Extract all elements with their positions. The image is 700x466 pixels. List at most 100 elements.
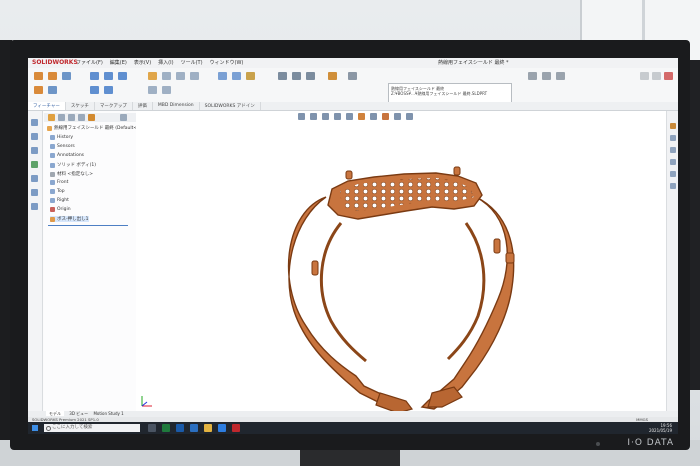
tree-root-part[interactable]: 熱線用フェイスシールド 最終 (Default<<... — [47, 125, 145, 131]
close-icon[interactable] — [664, 72, 673, 80]
design-library-icon[interactable] — [670, 135, 676, 141]
property-manager-icon[interactable] — [31, 133, 38, 140]
tree-item-sensors[interactable]: Sensors — [50, 144, 75, 149]
file-explorer-icon[interactable] — [670, 147, 676, 153]
view-orientation-icon[interactable] — [346, 113, 353, 120]
windows-start-icon[interactable] — [32, 425, 38, 431]
lofted-cut-icon[interactable] — [104, 86, 113, 94]
taskbar-clock[interactable]: 19:56 2021/05/19 — [649, 423, 672, 433]
edge-icon[interactable] — [218, 424, 226, 432]
tab-addins[interactable]: SOLIDWORKS アドイン — [200, 102, 261, 110]
outlook-icon[interactable] — [190, 424, 198, 432]
tree-item-origin[interactable]: Origin — [50, 207, 71, 212]
previous-view-icon[interactable] — [322, 113, 329, 120]
display-manager-icon[interactable] — [31, 175, 38, 182]
hole-wizard-icon[interactable] — [104, 72, 113, 80]
tree-item-label: ボス-押し出し1 — [57, 217, 89, 222]
feature-manager-icon[interactable] — [31, 119, 38, 126]
extrude-boss-icon[interactable] — [34, 72, 43, 80]
edit-appearance-icon[interactable] — [382, 113, 389, 120]
maximize-icon[interactable] — [652, 72, 661, 80]
search-commands-icon[interactable] — [528, 72, 537, 80]
sweep-icon[interactable] — [62, 72, 71, 80]
curves-icon[interactable] — [232, 72, 241, 80]
tab-motion-study[interactable]: Motion Study 1 — [93, 411, 123, 416]
graphics-viewport[interactable] — [136, 111, 666, 414]
tree-item-front-plane[interactable]: Front — [50, 180, 68, 185]
resources-icon[interactable] — [670, 123, 676, 129]
feature-tree-tab-icon[interactable] — [48, 114, 55, 121]
draft-icon[interactable] — [190, 72, 199, 80]
menu-view[interactable]: 表示(V) — [134, 59, 151, 66]
tab-model[interactable]: モデル — [46, 411, 64, 416]
word-icon[interactable] — [176, 424, 184, 432]
task-view-icon[interactable] — [148, 424, 156, 432]
help-icon[interactable] — [542, 72, 551, 80]
mirror-icon[interactable] — [162, 86, 171, 94]
menu-file[interactable]: ファイル(F) — [76, 59, 103, 66]
reference-geometry-icon[interactable] — [218, 72, 227, 80]
view-palette-icon[interactable] — [670, 159, 676, 165]
headband-outer — [287, 196, 406, 410]
menu-edit[interactable]: 編集(E) — [110, 59, 127, 66]
display-style-icon[interactable] — [358, 113, 365, 120]
fillet-icon[interactable] — [148, 72, 157, 80]
dome-icon[interactable] — [306, 72, 315, 80]
tab-markup[interactable]: マークアップ — [95, 102, 133, 110]
user-icon[interactable] — [556, 72, 565, 80]
rib-icon[interactable] — [176, 72, 185, 80]
tab-features[interactable]: フィーチャー — [28, 102, 66, 110]
tab-3d-views[interactable]: 3D ビュー — [69, 411, 88, 416]
hide-show-icon[interactable] — [370, 113, 377, 120]
revolve-cut-icon[interactable] — [118, 72, 127, 80]
dimxpert-tab-icon[interactable] — [78, 114, 85, 121]
solidworks-taskbar-icon[interactable] — [232, 424, 240, 432]
intersect-icon[interactable] — [292, 72, 301, 80]
tree-item-right-plane[interactable]: Right — [50, 198, 69, 203]
configuration-manager-icon[interactable] — [31, 147, 38, 154]
filter-icon[interactable] — [120, 114, 127, 121]
boundary-icon[interactable] — [48, 86, 57, 94]
apply-scene-icon[interactable] — [394, 113, 401, 120]
section-view-icon[interactable] — [334, 113, 341, 120]
file-explorer-taskbar-icon[interactable] — [204, 424, 212, 432]
taskbar-search-box[interactable]: ここに入力して検索 — [44, 424, 140, 432]
menu-bar: ファイル(F) 編集(E) 表示(V) 挿入(I) ツール(T) ウィンドウ(W… — [76, 59, 243, 66]
custom-properties-icon[interactable] — [670, 183, 676, 189]
quick-access-icon[interactable] — [348, 72, 357, 80]
minimize-icon[interactable] — [640, 72, 649, 80]
tab-mbd-dimension[interactable]: MBD Dimension — [153, 102, 200, 110]
instant3d-toggle-icon[interactable] — [328, 72, 337, 80]
zoom-area-icon[interactable] — [310, 113, 317, 120]
appearance-icon[interactable] — [31, 189, 38, 196]
tree-item-material[interactable]: 材料 <指定なし> — [50, 171, 93, 177]
swept-cut-icon[interactable] — [90, 86, 99, 94]
extrude-cut-icon[interactable] — [90, 72, 99, 80]
tree-item-solid-bodies[interactable]: ソリッド ボディ(1) — [50, 162, 96, 168]
excel-icon[interactable] — [162, 424, 170, 432]
dimxpert-icon[interactable] — [31, 161, 38, 168]
instant3d-icon[interactable] — [246, 72, 255, 80]
appearances-icon[interactable] — [670, 171, 676, 177]
property-tab-icon[interactable] — [58, 114, 65, 121]
tab-sketch[interactable]: スケッチ — [66, 102, 95, 110]
scene-icon[interactable] — [31, 203, 38, 210]
tree-item-boss-extrude[interactable]: ボス-押し出し1 — [50, 216, 89, 222]
view-settings-icon[interactable] — [406, 113, 413, 120]
menu-tools[interactable]: ツール(T) — [181, 59, 203, 66]
shell-icon[interactable] — [148, 86, 157, 94]
tree-item-annotations[interactable]: Annotations — [50, 153, 84, 158]
revolve-boss-icon[interactable] — [48, 72, 57, 80]
zoom-to-fit-icon[interactable] — [298, 113, 305, 120]
menu-window[interactable]: ウィンドウ(W) — [210, 59, 244, 66]
loft-icon[interactable] — [34, 86, 43, 94]
tab-evaluate[interactable]: 評価 — [133, 102, 153, 110]
linear-pattern-icon[interactable] — [162, 72, 171, 80]
tree-item-top-plane[interactable]: Top — [50, 189, 65, 194]
tree-item-history[interactable]: History — [50, 135, 73, 140]
menu-insert[interactable]: 挿入(I) — [158, 59, 173, 66]
config-tab-icon[interactable] — [68, 114, 75, 121]
wrap-icon[interactable] — [278, 72, 287, 80]
appearance-tab-icon[interactable] — [88, 114, 95, 121]
rollback-bar[interactable] — [48, 225, 128, 226]
